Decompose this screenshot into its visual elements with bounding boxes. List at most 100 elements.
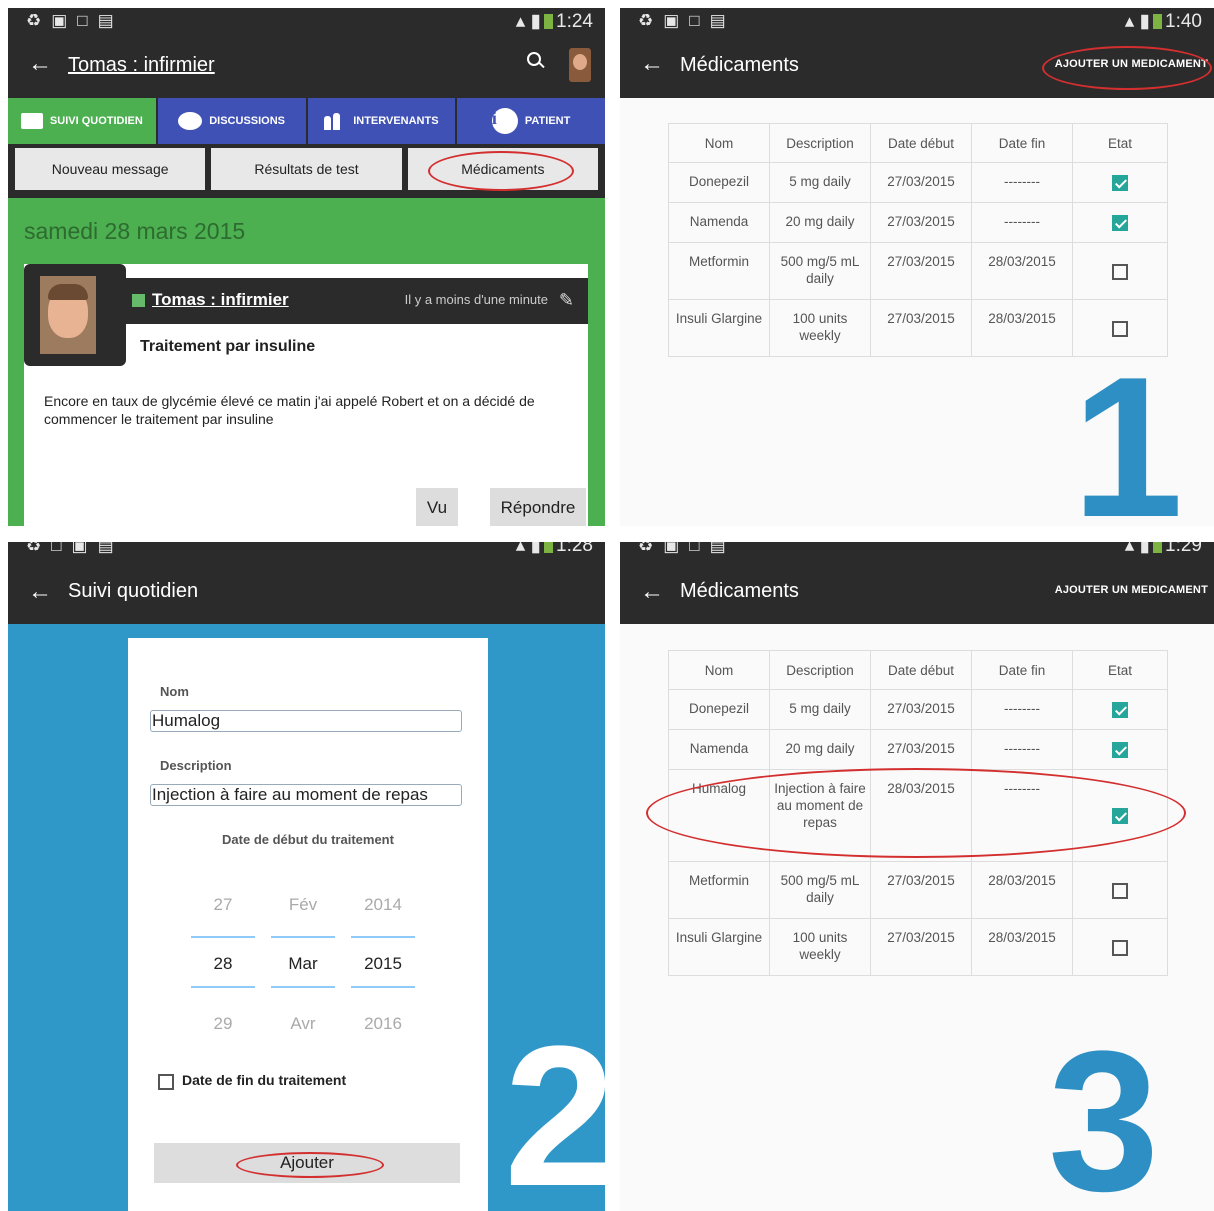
picker-divider bbox=[271, 986, 335, 988]
message-body: Encore en taux de glycémie élevé ce mati… bbox=[44, 393, 535, 427]
picker-next-month[interactable]: Avr bbox=[271, 1014, 335, 1034]
message-time: Il y a moins d'une minute bbox=[404, 292, 548, 307]
tab-discussions[interactable]: DISCUSSIONS bbox=[157, 98, 306, 144]
tab-intervenants[interactable]: INTERVENANTS bbox=[307, 98, 456, 144]
column-header: Date fin bbox=[971, 123, 1073, 163]
seen-button[interactable]: Vu bbox=[416, 488, 458, 526]
cell-end-date: -------- bbox=[971, 202, 1073, 243]
message-icon bbox=[20, 113, 43, 129]
back-arrow-icon[interactable]: ← bbox=[640, 578, 664, 606]
app-bar: ← Médicaments AJOUTER UN MEDICAMENT bbox=[620, 36, 1214, 98]
column-header: Etat bbox=[1072, 650, 1168, 690]
column-header: Description bbox=[769, 650, 871, 690]
add-medication-button[interactable]: AJOUTER UN MEDICAMENT bbox=[1055, 584, 1208, 596]
column-header: Nom bbox=[668, 650, 770, 690]
edit-icon[interactable]: ✎ bbox=[559, 290, 574, 311]
picker-next-day[interactable]: 29 bbox=[191, 1014, 255, 1034]
notification-icons: ♻▣□▤ bbox=[638, 542, 736, 555]
picker-prev-year[interactable]: 2014 bbox=[351, 895, 415, 915]
state-checkbox[interactable] bbox=[1112, 742, 1128, 759]
medications-table: Nom Description Date début Date fin Etat… bbox=[668, 123, 1168, 357]
cell-start-date: 27/03/2015 bbox=[870, 202, 972, 243]
reply-button[interactable]: Répondre bbox=[490, 488, 586, 526]
description-field[interactable]: Injection à faire au moment de repas bbox=[150, 784, 462, 806]
cell-name: Insuli Glargine bbox=[668, 299, 770, 357]
cell-state bbox=[1072, 162, 1168, 203]
status-time: 1:24 bbox=[556, 11, 593, 32]
cell-name: Donepezil bbox=[668, 689, 770, 730]
description-label: Description bbox=[160, 758, 232, 773]
app-title[interactable]: Tomas : infirmier bbox=[68, 54, 215, 77]
app-bar: ← Suivi quotidien bbox=[8, 556, 605, 624]
column-header: Etat bbox=[1072, 123, 1168, 163]
button-label: Résultats de test bbox=[254, 161, 359, 177]
add-button[interactable]: Ajouter bbox=[154, 1143, 460, 1183]
tab-label: PATIENT bbox=[524, 115, 571, 127]
people-icon bbox=[324, 112, 346, 130]
state-checkbox[interactable] bbox=[1112, 939, 1128, 956]
table-row: Metformin 500 mg/5 mL daily 27/03/2015 2… bbox=[668, 242, 1168, 300]
picker-prev-month[interactable]: Fév bbox=[271, 895, 335, 915]
state-checkbox[interactable] bbox=[1112, 215, 1128, 232]
picker-next-year[interactable]: 2016 bbox=[351, 1014, 415, 1034]
medication-form: Nom Humalog Description Injection à fair… bbox=[128, 638, 488, 1211]
cell-description: 100 units weekly bbox=[769, 299, 871, 357]
cell-start-date: 27/03/2015 bbox=[870, 918, 972, 976]
back-arrow-icon[interactable]: ← bbox=[28, 50, 52, 78]
app-bar: ← Tomas : infirmier bbox=[8, 36, 605, 98]
cell-end-date: 28/03/2015 bbox=[971, 861, 1073, 919]
app-title: Médicaments bbox=[680, 580, 799, 602]
tab-suivi-quotidien[interactable]: SUIVI QUOTIDIEN bbox=[8, 98, 156, 144]
test-results-button[interactable]: Résultats de test bbox=[211, 148, 402, 190]
cell-start-date: 27/03/2015 bbox=[870, 242, 972, 300]
name-field[interactable]: Humalog bbox=[150, 710, 462, 732]
end-date-checkbox[interactable] bbox=[158, 1074, 174, 1090]
state-checkbox[interactable] bbox=[1112, 882, 1128, 899]
back-arrow-icon[interactable]: ← bbox=[28, 578, 52, 606]
picker-divider bbox=[191, 936, 255, 938]
picker-month[interactable]: Mar bbox=[271, 954, 335, 974]
medications-button[interactable]: Médicaments bbox=[407, 148, 598, 191]
picker-day[interactable]: 28 bbox=[191, 954, 255, 974]
cell-description: 500 mg/5 mL daily bbox=[769, 242, 871, 300]
app-title: Suivi quotidien bbox=[68, 580, 199, 602]
cell-state bbox=[1072, 729, 1168, 770]
notification-icons: ♻□▣▤ bbox=[26, 542, 124, 555]
state-checkbox[interactable] bbox=[1112, 702, 1128, 719]
state-checkbox[interactable] bbox=[1112, 263, 1128, 280]
panel-add-medication-form: ♻□▣▤ ▴ ▮ 1:28 ← Suivi quotidien Nom Humal… bbox=[8, 542, 605, 1211]
user-avatar-icon[interactable] bbox=[569, 48, 591, 82]
cell-name: Metformin bbox=[668, 242, 770, 300]
message-author[interactable]: Tomas : infirmier bbox=[152, 290, 289, 310]
status-square-icon bbox=[132, 294, 145, 307]
status-indicators: ▴ ▮ 1:40 bbox=[1124, 11, 1202, 32]
highlight-ellipse bbox=[236, 1152, 384, 1178]
table-row: Insuli Glargine 100 units weekly 27/03/2… bbox=[668, 918, 1168, 976]
tab-label: SUIVI QUOTIDIEN bbox=[49, 115, 143, 127]
new-message-button[interactable]: Nouveau message bbox=[15, 148, 206, 190]
back-arrow-icon[interactable]: ← bbox=[640, 50, 664, 78]
tab-label: DISCUSSIONS bbox=[209, 115, 286, 127]
picker-year[interactable]: 2015 bbox=[351, 954, 415, 974]
picker-prev-day[interactable]: 27 bbox=[191, 895, 255, 915]
status-time: 1:40 bbox=[1165, 11, 1202, 32]
cell-end-date: -------- bbox=[971, 162, 1073, 203]
cell-state bbox=[1072, 202, 1168, 243]
column-header: Date fin bbox=[971, 650, 1073, 690]
cell-end-date: 28/03/2015 bbox=[971, 242, 1073, 300]
state-checkbox[interactable] bbox=[1112, 175, 1128, 192]
state-checkbox[interactable] bbox=[1112, 320, 1128, 337]
status-time: 1:29 bbox=[1165, 542, 1202, 556]
picker-divider bbox=[351, 936, 415, 938]
table-row: Donepezil 5 mg daily 27/03/2015 -------- bbox=[668, 689, 1168, 730]
table-row: Donepezil 5 mg daily 27/03/2015 -------- bbox=[668, 162, 1168, 203]
chat-bubble-icon bbox=[178, 112, 203, 130]
button-label: Vu bbox=[426, 498, 448, 517]
cell-name: Metformin bbox=[668, 861, 770, 919]
cell-description: 500 mg/5 mL daily bbox=[769, 861, 871, 919]
tab-patient[interactable]: i PATIENT bbox=[457, 98, 605, 144]
search-icon[interactable] bbox=[527, 52, 545, 69]
table-header-row: Nom Description Date début Date fin Etat bbox=[668, 123, 1168, 163]
cell-name: Insuli Glargine bbox=[668, 918, 770, 976]
cell-start-date: 27/03/2015 bbox=[870, 162, 972, 203]
